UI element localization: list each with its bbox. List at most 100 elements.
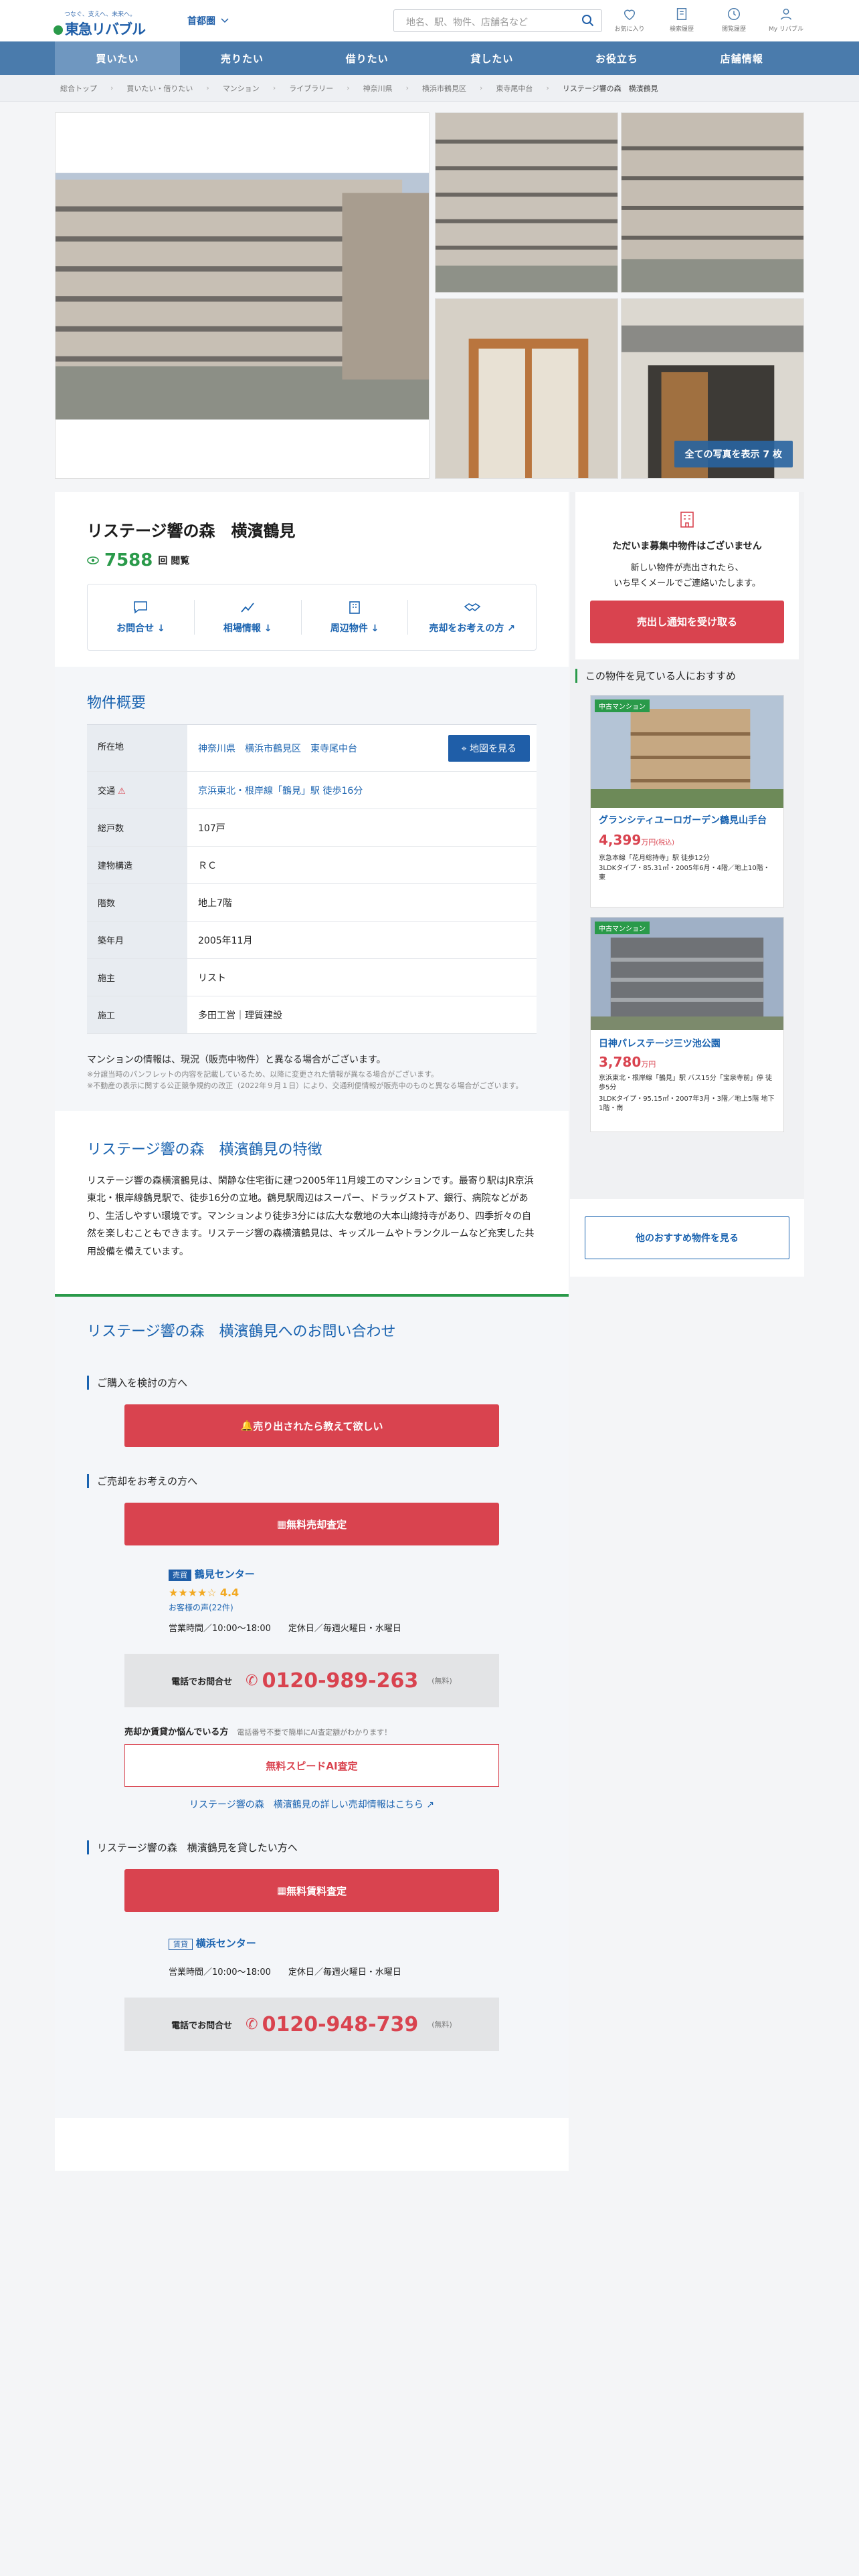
contact-section: リステージ響の森 横濱鶴見へのお問い合わせ ご購入を検討の方へ 🔔 売り出された… bbox=[55, 1294, 569, 2119]
rent-phone-number: 0120-948-739 bbox=[262, 2012, 419, 2036]
notify-sale-label: 売り出されたら教えて欲しい bbox=[253, 1420, 383, 1432]
card-price: 3,780 bbox=[599, 1054, 642, 1070]
recommend-card[interactable]: 中古マンション 日神パレステージ三ツ池公園 3,780万円 京浜東北・根岸線「鶴… bbox=[590, 917, 784, 1132]
phone-box[interactable]: 電話でお問合せ ✆ 0120-989-263 (無料) bbox=[124, 1654, 499, 1708]
crumb-item[interactable]: 総合トップ bbox=[60, 83, 97, 94]
tab-nearby[interactable]: 周辺物件 ↓ bbox=[302, 600, 409, 635]
thumbnail-photo[interactable] bbox=[621, 112, 804, 293]
nav-useful[interactable]: お役立ち bbox=[555, 41, 680, 75]
thumbnail-photo[interactable] bbox=[435, 112, 618, 293]
clock-icon bbox=[728, 8, 740, 20]
no-listing-box: ただいま募集中物件はございません 新しい物件が売出されたら、 いち早くメールでご… bbox=[575, 492, 799, 659]
search-icon[interactable] bbox=[581, 14, 595, 27]
recommend-card[interactable]: 中古マンション グランシティユーロガーデン鶴見山手台 4,399万円(税込) 京… bbox=[590, 695, 784, 907]
view-count-number: 7588 bbox=[104, 550, 153, 570]
book-icon bbox=[676, 8, 687, 20]
building-photo bbox=[591, 709, 783, 808]
no-listing-desc: いち早くメールでご連絡いたします。 bbox=[613, 578, 761, 588]
rent-phone-box[interactable]: 電話でお問合せ ✆ 0120-948-739 (無料) bbox=[124, 1998, 499, 2052]
sell-label: ご売却をお考えの方へ bbox=[87, 1474, 537, 1489]
card-price: 4,399 bbox=[599, 831, 642, 848]
area-selector[interactable]: 首都圏 bbox=[187, 14, 229, 27]
rent-store-info: 賃貸 横浜センター 営業時間／10:00〜18:00 定休日／毎週火曜日・水曜日 bbox=[169, 1936, 537, 1977]
ai-appraisal-button[interactable]: 無料スピードAI査定 bbox=[124, 1744, 499, 1788]
notify-button[interactable]: 売出し通知を受け取る bbox=[590, 601, 784, 643]
more-recommend-button[interactable]: 他のおすすめ物件を見る bbox=[585, 1216, 789, 1259]
phone-number: 0120-989-263 bbox=[262, 1669, 419, 1693]
crumb-item[interactable]: マンション bbox=[223, 83, 260, 94]
my-livable-label: My リバブル bbox=[769, 26, 803, 33]
no-listing-desc: 新しい物件が売出されたら、 bbox=[630, 563, 744, 573]
address-link[interactable]: 神奈川県 横浜市鶴見区 東寺尾中台 bbox=[187, 742, 448, 755]
overview-footnote: ※不動産の表示に関する公正競争規約の改正（2022年９月１日）により、交通利便情… bbox=[87, 1081, 523, 1090]
tab-inquiry-label: お問合せ bbox=[116, 623, 155, 634]
chart-icon bbox=[241, 603, 254, 613]
user-icon bbox=[780, 8, 792, 20]
row-label: 施工 bbox=[87, 996, 187, 1033]
overview-footnote: ※分譲当時のパンフレットの内容を記載しているため、以降に変更された情報が異なる場… bbox=[87, 1070, 439, 1079]
table-row: 階数 地上7階 bbox=[87, 884, 537, 922]
tab-sell-label: 売却をお考えの方 bbox=[429, 623, 504, 634]
chevron-down-icon bbox=[221, 18, 229, 23]
sell-detail-link[interactable]: リステージ響の森 横濱鶴見の詳しい売却情報はこちら ↗ bbox=[124, 1798, 499, 1811]
crumb-separator: › bbox=[272, 84, 276, 92]
tab-market[interactable]: 相場情報 ↓ bbox=[195, 600, 302, 635]
store-name[interactable]: 鶴見センター bbox=[195, 1568, 255, 1580]
tab-sell[interactable]: 売却をお考えの方 ↗ bbox=[408, 600, 536, 635]
crumb-item[interactable]: 横浜市鶴見区 bbox=[422, 83, 466, 94]
row-value: ＲＣ bbox=[198, 860, 217, 871]
table-row: 総戸数 107戸 bbox=[87, 809, 537, 847]
rent-store-name[interactable]: 横浜センター bbox=[196, 1937, 256, 1949]
map-button[interactable]: ⌖ 地図を見る bbox=[448, 734, 530, 762]
search-history-link[interactable]: 検索履歴 bbox=[664, 7, 700, 33]
search-input[interactable]: 地名、駅、物件、店舗名など bbox=[393, 9, 602, 32]
nav-stores[interactable]: 店舗情報 bbox=[679, 41, 804, 75]
logo-tagline: つなぐ、支えへ、未来へ。 bbox=[64, 11, 136, 18]
thumbnail-photo[interactable] bbox=[435, 298, 618, 479]
free-appraisal-label: 無料売却査定 bbox=[286, 1518, 347, 1531]
search-history-label: 検索履歴 bbox=[669, 26, 694, 33]
building-icon bbox=[349, 601, 360, 614]
calculator-icon: ▦ bbox=[276, 1885, 287, 1897]
building-photo bbox=[622, 113, 803, 292]
row-label: 施主 bbox=[87, 959, 187, 996]
crumb-item[interactable]: 買いたい・借りたい bbox=[126, 83, 193, 94]
crumb-item[interactable]: 神奈川県 bbox=[363, 83, 393, 94]
row-value: 多田工営｜理質建設 bbox=[198, 1010, 282, 1021]
building-photo bbox=[56, 173, 429, 420]
chat-icon bbox=[134, 601, 148, 614]
main-photo[interactable] bbox=[55, 112, 430, 479]
nav-buy[interactable]: 買いたい bbox=[55, 41, 180, 75]
eye-icon bbox=[87, 556, 99, 564]
all-photos-button[interactable]: 全ての写真を表示 7 枚 bbox=[674, 441, 793, 467]
pin-icon: ⌖ bbox=[461, 743, 470, 754]
crumb-item[interactable]: 東寺尾中台 bbox=[496, 83, 533, 94]
store-info: 売買 鶴見センター ★★★★☆ 4.4 お客様の声(22件) 営業時間／10:0… bbox=[169, 1567, 537, 1634]
reviews-link[interactable]: お客様の声(22件) bbox=[169, 1602, 537, 1613]
site-logo[interactable]: つなぐ、支えへ、未来へ。 東急リバブル bbox=[54, 7, 147, 37]
free-appraisal-button[interactable]: ▦ 無料売却査定 bbox=[124, 1503, 499, 1546]
overview-note: マンションの情報は、現況（販売中物件）と異なる場合がございます。 bbox=[87, 1055, 386, 1065]
nav-sell[interactable]: 売りたい bbox=[180, 41, 305, 75]
map-button-label: 地図を見る bbox=[470, 743, 516, 754]
nav-lease[interactable]: 貸したい bbox=[430, 41, 555, 75]
view-history-link[interactable]: 閲覧履歴 bbox=[716, 7, 752, 33]
no-listing-title: ただいま募集中物件はございません bbox=[612, 541, 762, 552]
nav-rent[interactable]: 借りたい bbox=[304, 41, 430, 75]
external-link-icon: ↗ bbox=[426, 1800, 434, 1811]
row-value: 107戸 bbox=[198, 823, 225, 834]
thumbnail-photo[interactable]: 全ての写真を表示 7 枚 bbox=[621, 298, 804, 479]
card-line: 京浜東北・根岸線「鶴見」駅 バス15分「宝泉寺前」停 徒歩5分 bbox=[599, 1075, 773, 1091]
tab-inquiry[interactable]: お問合せ ↓ bbox=[88, 600, 195, 635]
crumb-current: リステージ響の森 横濱鶴見 bbox=[562, 84, 658, 93]
crumb-item[interactable]: ライブラリー bbox=[289, 83, 333, 94]
free-rent-appraisal-button[interactable]: ▦ 無料賃料査定 bbox=[124, 1869, 499, 1913]
my-livable-link[interactable]: My リバブル bbox=[768, 7, 804, 33]
favorites-link[interactable]: お気に入り bbox=[611, 7, 648, 33]
notify-sale-button[interactable]: 🔔 売り出されたら教えて欲しい bbox=[124, 1404, 499, 1448]
transport-value[interactable]: 京浜東北・根岸線「鶴見」駅 徒歩16分 bbox=[187, 784, 537, 797]
card-title: 日神パレステージ三ツ池公園 bbox=[599, 1039, 721, 1049]
features-body: リステージ響の森横濱鶴見は、閑静な住宅街に建つ2005年11月竣工のマンションで… bbox=[87, 1175, 535, 1257]
row-label: 階数 bbox=[87, 884, 187, 921]
rent-phone-label: 電話でお問合せ bbox=[171, 2020, 233, 2031]
